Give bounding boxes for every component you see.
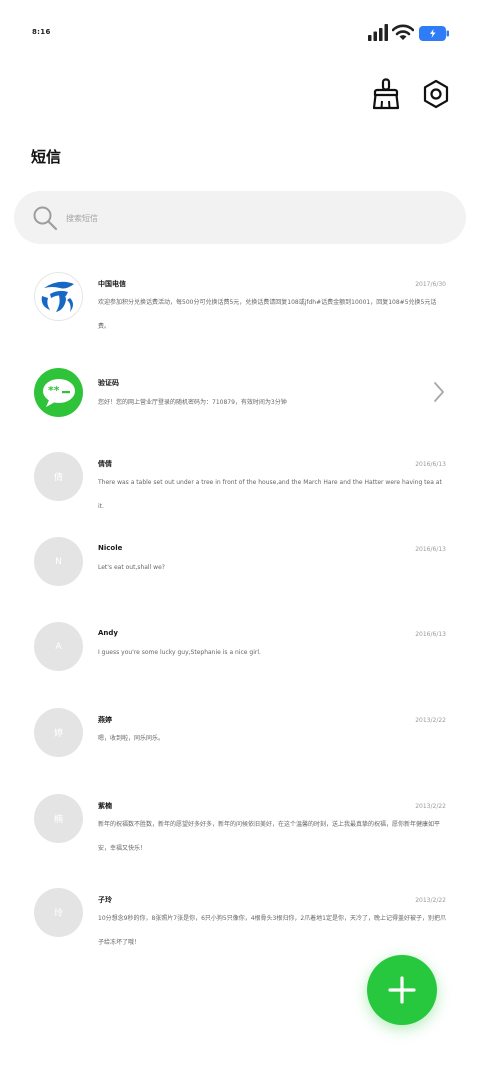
chevron-right-icon: [434, 382, 444, 402]
message-preview: I guess you're some lucky guy,Stephanie …: [98, 649, 261, 656]
message-preview: There was a table set out under a tree i…: [98, 479, 442, 510]
settings-hexagon-icon: [423, 79, 449, 109]
sender-name: 燕婷: [98, 716, 112, 724]
message-preview: 欢迎参加积分兑换话费活动，每500分可兑换话费5元，兑换话费请回复108或jfd…: [98, 299, 437, 330]
avatar: 玲: [34, 888, 83, 937]
list-item[interactable]: 婷 燕婷 2013/2/22 嗯，收到啦，同乐同乐。: [0, 708, 480, 788]
list-item[interactable]: 楠 紫楠 2013/2/22 新年的祝福数不胜数，新年的愿望好多好多，新年的问候…: [0, 794, 480, 874]
message-preview: 您好！您的网上营业厅登录的随机密码为：710879，有效时间为3分钟: [98, 399, 287, 406]
message-date: 2013/2/22: [415, 897, 446, 904]
clean-button[interactable]: [370, 76, 402, 112]
chat-bubble-icon: **: [42, 378, 75, 407]
top-actions: [370, 76, 452, 112]
signal-icon: [368, 24, 388, 41]
message-date: 2016/6/13: [415, 546, 446, 553]
messages-screen: 8:16 短信 搜索短信 中国电信 2017/6/30 欢迎参加积分兑换话费活动…: [0, 0, 480, 1067]
avatar: 倩: [34, 452, 83, 501]
list-item[interactable]: A Andy 2016/6/13 I guess you're some luc…: [0, 622, 480, 702]
search-bar[interactable]: [14, 191, 466, 244]
message-preview: 10分想念9秒的你，8张照片7张是你，6只小狗5只像你，4根骨头3根归你，2爪着…: [98, 915, 446, 946]
china-telecom-logo-icon: [41, 281, 74, 312]
battery-icon: [419, 26, 449, 41]
message-preview: 新年的祝福数不胜数，新年的愿望好多好多，新年的问候依旧美好，在这个温馨的时刻，送…: [98, 821, 441, 852]
avatar: N: [34, 537, 83, 586]
avatar: **: [34, 368, 83, 417]
message-preview: 嗯，收到啦，同乐同乐。: [98, 735, 165, 742]
sender-name: 中国电信: [98, 280, 126, 288]
page-title: 短信: [31, 148, 62, 166]
message-date: 2016/6/13: [415, 631, 446, 638]
avatar: A: [34, 622, 83, 671]
message-preview: Let's eat out,shall we?: [98, 564, 165, 571]
avatar: [34, 272, 83, 321]
sender-name: Andy: [98, 629, 118, 637]
sender-name: 倩倩: [98, 460, 112, 468]
sender-name: 验证码: [98, 379, 119, 387]
settings-button[interactable]: [420, 76, 452, 112]
status-time: 8:16: [32, 28, 51, 36]
new-message-button[interactable]: [367, 955, 437, 1025]
broom-icon: [372, 78, 400, 110]
search-icon: [33, 206, 58, 231]
list-item[interactable]: ** 验证码 您好！您的网上营业厅登录的随机密码为：710879，有效时间为3分…: [0, 368, 480, 448]
message-date: 2017/6/30: [415, 281, 446, 288]
list-item[interactable]: 中国电信 2017/6/30 欢迎参加积分兑换话费活动，每500分可兑换话费5元…: [0, 272, 480, 352]
avatar: 楠: [34, 794, 83, 843]
svg-text:**: **: [48, 384, 60, 397]
avatar: 婷: [34, 708, 83, 757]
list-item[interactable]: N Nicole 2016/6/13 Let's eat out,shall w…: [0, 537, 480, 617]
wifi-icon: [392, 24, 414, 40]
plus-icon: [388, 976, 416, 1004]
message-date: 2013/2/22: [415, 717, 446, 724]
status-bar: 8:16: [0, 0, 480, 60]
message-date: 2016/6/13: [415, 461, 446, 468]
message-date: 2013/2/22: [415, 803, 446, 810]
sender-name: Nicole: [98, 544, 123, 552]
list-item[interactable]: 倩 倩倩 2016/6/13 There was a table set out…: [0, 452, 480, 532]
sender-name: 子玲: [98, 896, 112, 904]
search-input[interactable]: [66, 207, 446, 229]
sender-name: 紫楠: [98, 802, 112, 810]
